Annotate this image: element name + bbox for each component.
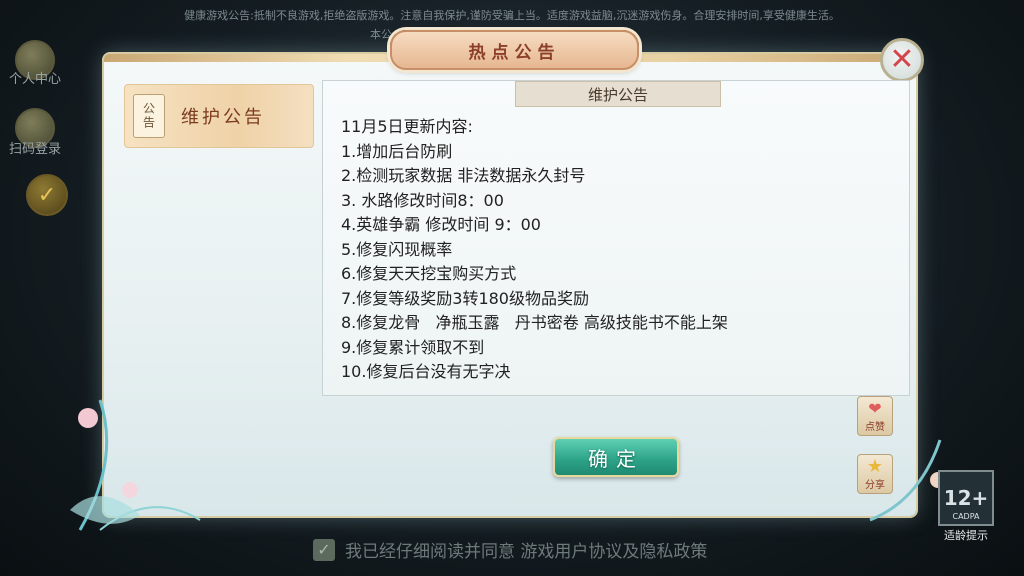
age-rating-label: 适龄提示	[944, 529, 988, 542]
content-line: 6.修复天天挖宝购买方式	[341, 264, 517, 283]
scan-login-label: 扫码登录	[8, 142, 61, 157]
content-panel: 维护公告 11月5日更新内容: 1.增加后台防刷 2.检测玩家数据 非法数据永久…	[322, 80, 910, 396]
agreement-text: 我已经仔细阅读并同意 游戏用户协议及隐私政策	[345, 542, 708, 562]
star-icon: ★	[866, 455, 884, 477]
content-title: 维护公告	[515, 81, 721, 107]
like-icon: ❤	[868, 398, 882, 418]
close-icon: ✕	[889, 42, 915, 77]
content-body: 11月5日更新内容: 1.增加后台防刷 2.检测玩家数据 非法数据永久封号 3.…	[341, 115, 901, 385]
share-label: 分享	[865, 479, 885, 491]
close-button[interactable]: ✕	[880, 38, 924, 82]
agreement-checkbox[interactable]: ✓	[313, 538, 335, 561]
like-button[interactable]: ❤ 点赞	[857, 396, 893, 436]
top-notice: 健康游戏公告:抵制不良游戏,拒绝盗版游戏。注意自我保护,谨防受骗上当。适度游戏益…	[184, 9, 840, 22]
check-icon: ✓	[26, 174, 68, 216]
content-line: 11月5日更新内容:	[341, 117, 473, 136]
content-line: 5.修复闪现概率	[341, 239, 453, 259]
personal-center-label: 个人中心	[8, 72, 61, 87]
content-line: 3. 水路修改时间8：00	[341, 190, 504, 210]
tab-label: 维护公告	[181, 107, 265, 128]
age-rating-org: CADPA	[952, 512, 980, 521]
agreement-row[interactable]: ✓ 我已经仔细阅读并同意 游戏用户协议及隐私政策	[313, 537, 707, 562]
side-item-scan-login[interactable]: 扫码登录	[0, 108, 70, 157]
content-line: 8.修复龙骨 净瓶玉露 丹书密卷 高级技能书不能上架	[341, 313, 728, 332]
notice-badge-icon: 公告	[133, 94, 165, 138]
age-rating-badge: 12+ CADPA 适龄提示	[938, 470, 994, 546]
top-notice-fragment: 本公	[370, 28, 392, 41]
side-item-personal-center[interactable]: 个人中心	[0, 40, 70, 87]
content-line: 2.检测玩家数据 非法数据永久封号	[341, 166, 586, 185]
tab-maintenance-notice[interactable]: 公告 维护公告	[124, 84, 314, 148]
content-line: 9.修复累计领取不到	[341, 337, 485, 357]
content-line: 4.英雄争霸 修改时间 9：00	[341, 215, 541, 234]
dialog-title: 热点公告	[468, 42, 561, 63]
share-button[interactable]: ★ 分享	[857, 454, 893, 494]
content-line: 7.修复等级奖励3转180级物品奖励	[341, 288, 589, 308]
confirm-button[interactable]: 确定	[553, 437, 679, 477]
content-line: 1.增加后台防刷	[341, 141, 453, 161]
title-plate: 热点公告	[390, 30, 639, 70]
content-line: 10.修复后台没有无字决	[341, 362, 511, 381]
confirm-label: 确定	[588, 446, 644, 471]
like-label: 点赞	[865, 421, 885, 433]
side-item-check[interactable]: ✓	[26, 174, 68, 216]
